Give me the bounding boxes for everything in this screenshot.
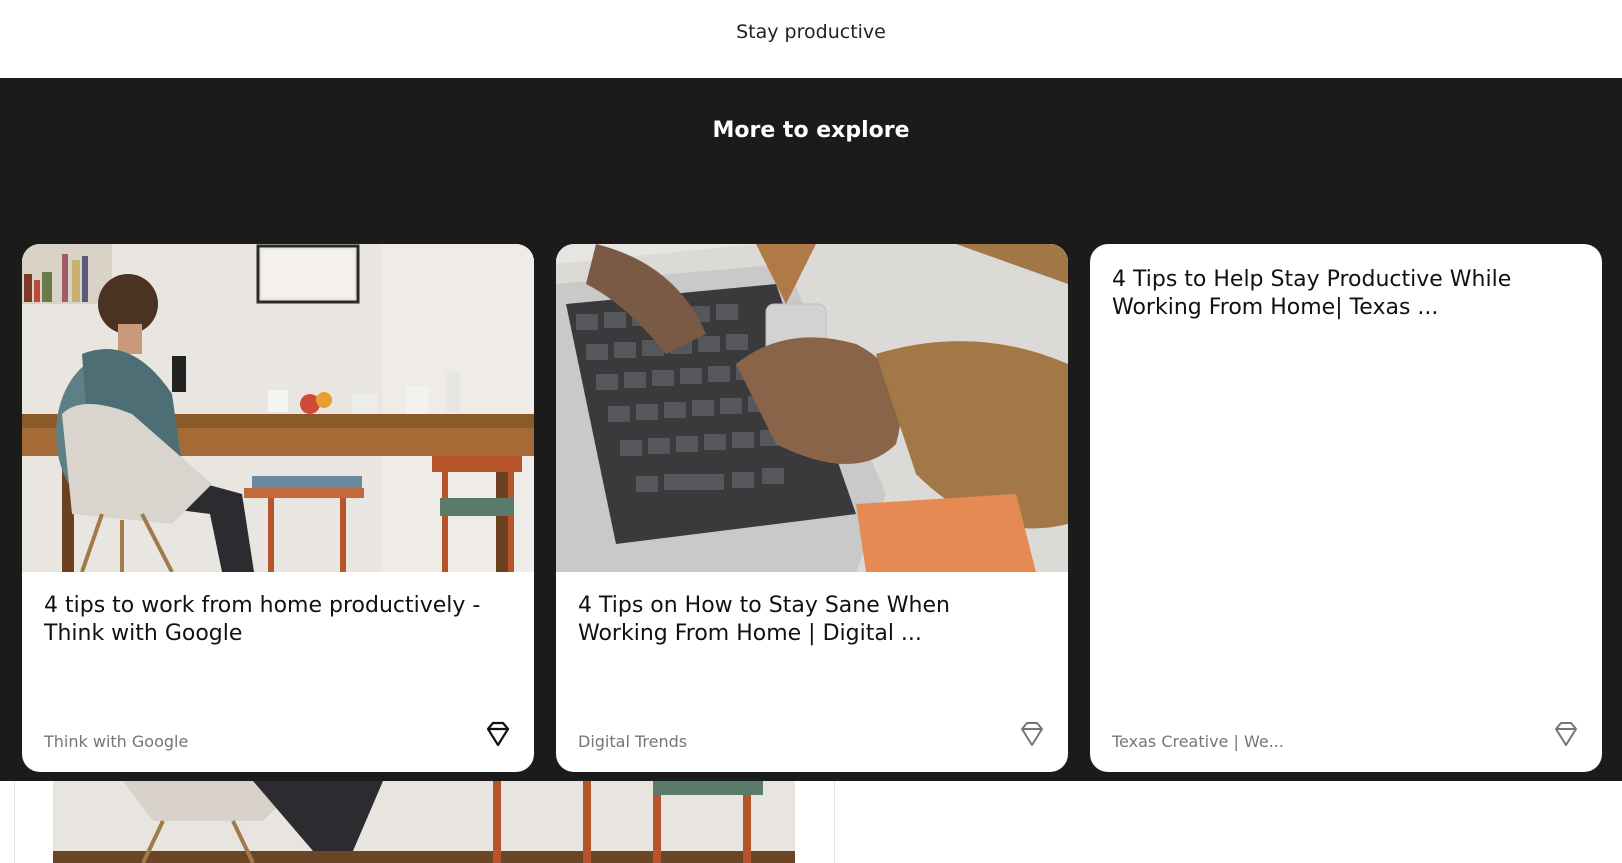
more-to-explore-section: More to explore 4 tips to work from home… — [0, 78, 1622, 781]
card-source[interactable]: Digital Trends — [578, 732, 687, 751]
card-title[interactable]: 4 Tips on How to Stay Sane When Working … — [578, 592, 1046, 648]
top-bar: Stay productive — [0, 0, 1622, 78]
main-pin-preview — [14, 781, 835, 863]
main-pin-image[interactable] — [53, 781, 795, 863]
explore-card[interactable]: 4 Tips to Help Stay Productive While Wor… — [1090, 244, 1602, 772]
card-image[interactable] — [556, 244, 1068, 572]
explore-card[interactable]: 4 tips to work from home productively - … — [22, 244, 534, 772]
diamond-save-icon[interactable] — [1552, 720, 1580, 748]
card-title[interactable]: 4 tips to work from home productively - … — [44, 592, 512, 648]
card-source[interactable]: Think with Google — [44, 732, 188, 751]
page-title: Stay productive — [736, 21, 886, 43]
section-heading: More to explore — [712, 118, 910, 143]
card-title[interactable]: 4 Tips to Help Stay Productive While Wor… — [1112, 266, 1580, 322]
diamond-save-icon[interactable] — [1018, 720, 1046, 748]
explore-card[interactable]: 4 Tips on How to Stay Sane When Working … — [556, 244, 1068, 772]
card-image[interactable] — [22, 244, 534, 572]
diamond-save-icon[interactable] — [484, 720, 512, 748]
card-source[interactable]: Texas Creative | We... — [1112, 732, 1284, 751]
